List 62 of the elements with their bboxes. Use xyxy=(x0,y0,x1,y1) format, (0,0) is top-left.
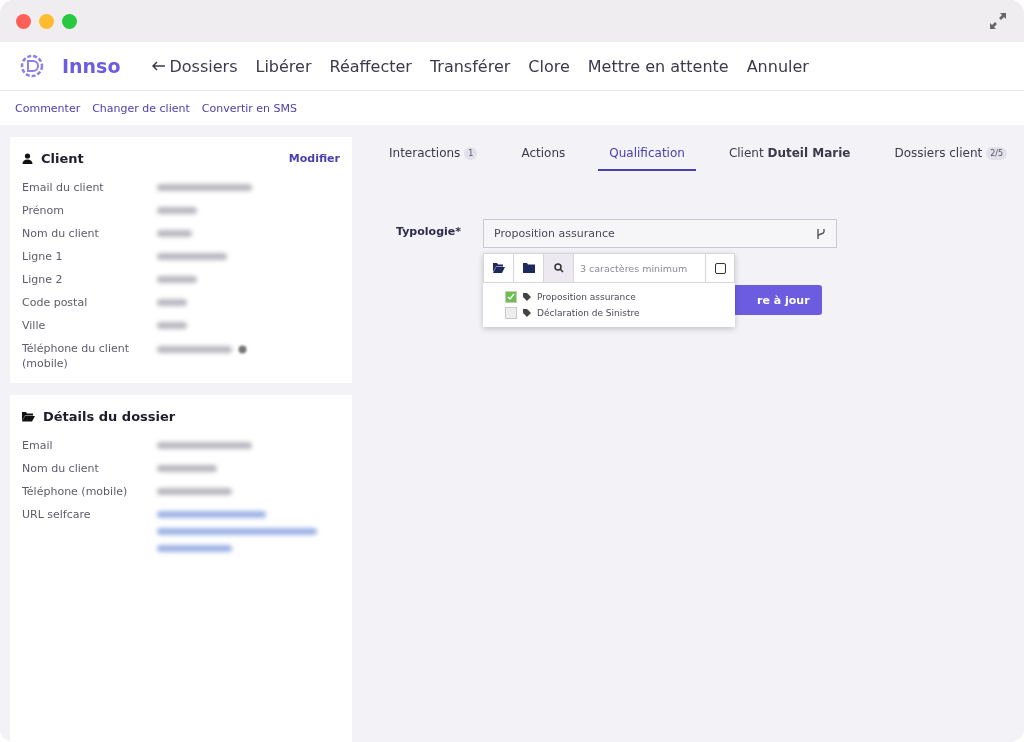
search-field[interactable]: 3 caractères minimum xyxy=(573,253,705,283)
field-label: Nom du client xyxy=(22,461,100,476)
field-label: Email xyxy=(22,438,54,453)
card-title: Client xyxy=(41,151,84,166)
branch-icon xyxy=(816,227,826,240)
redacted-value xyxy=(157,276,197,283)
window-control-button[interactable] xyxy=(16,13,31,29)
search-button[interactable] xyxy=(543,253,573,283)
folder-icon xyxy=(522,263,535,273)
card-title: Détails du dossier xyxy=(43,409,176,424)
field-label: Ligne 2 xyxy=(22,272,64,287)
collapse-all-button[interactable] xyxy=(513,253,543,283)
edit-link[interactable]: Modifier xyxy=(288,152,340,165)
expand-all-button[interactable] xyxy=(483,253,513,283)
logo-text: Innso xyxy=(62,55,121,77)
field-label: Email du client xyxy=(22,180,105,195)
logo-icon xyxy=(20,54,44,78)
field-label: Nom du client xyxy=(22,226,100,241)
header-action[interactable]: Mettre en attente xyxy=(587,56,729,76)
tab[interactable]: Qualification xyxy=(598,137,696,171)
field-label: Typologie* xyxy=(396,224,461,240)
redacted-value xyxy=(157,299,187,306)
folder-icon xyxy=(22,411,35,422)
redacted-value xyxy=(157,207,197,214)
sub-action-link[interactable]: Convertir en SMS xyxy=(201,101,298,115)
sub-action-link[interactable]: Changer de client xyxy=(92,101,190,115)
search-icon xyxy=(553,263,564,273)
person-icon xyxy=(22,153,33,164)
header-action[interactable]: Annuler xyxy=(746,56,809,76)
checkbox[interactable] xyxy=(714,262,726,274)
tab[interactable]: Dossiers client 2/5 xyxy=(883,137,1019,171)
arrow-left-icon xyxy=(152,61,166,71)
field-label: Ville xyxy=(22,318,47,333)
back-link[interactable]: Dossiers xyxy=(152,56,238,76)
header-action[interactable]: Clore xyxy=(528,56,570,76)
select-all-button[interactable] xyxy=(705,253,735,283)
field-label: Ligne 1 xyxy=(22,249,64,264)
header-action[interactable]: Réaffecter xyxy=(329,56,412,76)
field-label: URL selfcare xyxy=(22,507,92,522)
sub-action-link[interactable]: Commenter xyxy=(15,101,81,115)
tab[interactable]: Interactions 1 xyxy=(378,137,489,171)
count-badge: 2/5 xyxy=(986,146,1008,160)
redacted-value xyxy=(157,230,192,237)
redacted-value xyxy=(157,253,227,260)
typology-select[interactable]: Proposition assurance xyxy=(483,219,837,248)
tree-item-label[interactable]: Proposition assurance xyxy=(537,292,636,302)
tree-item-label[interactable]: Déclaration de Sinistre xyxy=(537,308,640,318)
header-action[interactable]: Transférer xyxy=(429,56,511,76)
update-button[interactable]: re à jour xyxy=(733,285,822,315)
tab[interactable]: Actions xyxy=(510,137,577,171)
count-badge: 1 xyxy=(464,146,478,160)
expand-icon[interactable] xyxy=(988,11,1008,31)
field-label: Téléphone (mobile) xyxy=(22,484,129,499)
open-folder-icon xyxy=(492,263,505,273)
header-action[interactable]: Libérer xyxy=(255,56,312,76)
field-label: Téléphone du client (mobile) xyxy=(22,341,131,371)
tab[interactable]: Client Duteil Marie xyxy=(717,137,862,171)
redacted-value xyxy=(157,465,217,472)
field-label: Prénom xyxy=(22,203,65,218)
phone-icon xyxy=(238,345,247,354)
field-label: Code postal xyxy=(22,295,89,310)
redacted-value xyxy=(157,322,187,329)
